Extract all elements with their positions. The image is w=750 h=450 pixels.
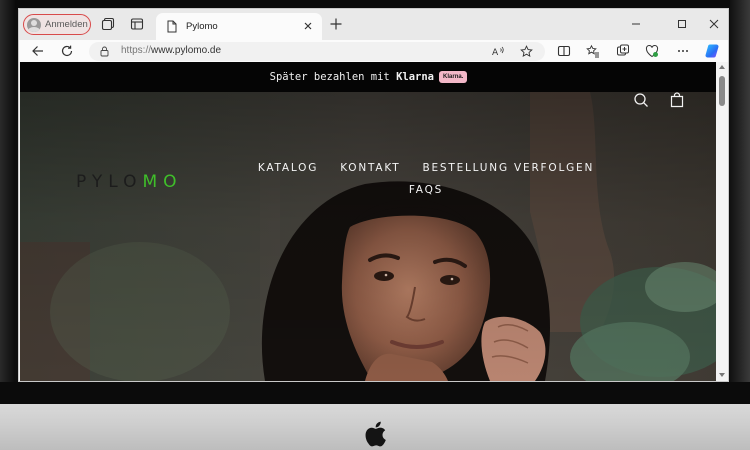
profile-button[interactable]: Anmelden — [23, 14, 91, 35]
split-screen-icon[interactable] — [557, 44, 571, 58]
lock-icon[interactable] — [100, 46, 109, 57]
tab-actions-icon[interactable] — [101, 17, 115, 31]
new-tab-icon[interactable] — [329, 17, 343, 31]
more-menu-icon[interactable] — [676, 44, 690, 58]
read-aloud-icon[interactable]: A — [492, 45, 505, 58]
nav-link-kontakt[interactable]: KONTAKT — [340, 162, 400, 174]
page-scrollbar[interactable] — [716, 62, 728, 381]
collections-icon[interactable] — [616, 44, 630, 58]
profile-label: Anmelden — [45, 19, 88, 30]
svg-text:A: A — [492, 48, 499, 58]
address-bar[interactable]: https://www.pylomo.de A — [89, 42, 545, 61]
back-icon[interactable] — [31, 44, 45, 58]
hero-banner: PYLOMO KATALOG KONTAKT BESTELLUNG VERFOL… — [20, 92, 717, 381]
pylomo-logo[interactable]: PYLOMO — [76, 172, 183, 192]
close-window-icon[interactable] — [707, 17, 721, 31]
announcement-text: Später bezahlen mit Klarna — [269, 71, 435, 83]
close-tab-icon[interactable] — [302, 20, 314, 32]
browser-essentials-icon[interactable] — [645, 44, 659, 58]
vertical-tabs-icon[interactable] — [130, 17, 144, 31]
cart-icon[interactable] — [669, 92, 685, 108]
tab-bar: Anmelden Pylomo — [19, 9, 728, 40]
monitor-bezel-left — [0, 0, 15, 400]
scroll-down-arrow-icon[interactable] — [719, 373, 725, 377]
minimize-icon[interactable] — [629, 17, 643, 31]
maximize-icon[interactable] — [675, 17, 689, 31]
monitor-bezel-right — [730, 0, 750, 400]
web-page: Später bezahlen mit Klarna Klarna. PYLOM… — [20, 62, 717, 381]
nav-link-bestellung-verfolgen[interactable]: BESTELLUNG VERFOLGEN — [422, 162, 594, 174]
favorites-icon[interactable] — [586, 44, 600, 58]
refresh-icon[interactable] — [60, 44, 74, 58]
tab-pylomo[interactable]: Pylomo — [156, 13, 322, 40]
address-bar-row: https://www.pylomo.de A — [19, 40, 728, 62]
main-navigation: KATALOG KONTAKT BESTELLUNG VERFOLGEN FAQ… — [256, 162, 596, 196]
announcement-bar: Später bezahlen mit Klarna Klarna. — [20, 62, 717, 92]
hero-photo — [20, 92, 717, 381]
scrollbar-thumb[interactable] — [719, 76, 725, 106]
copilot-icon[interactable] — [705, 43, 721, 59]
url-text[interactable]: https://www.pylomo.de — [121, 45, 221, 56]
nav-link-katalog[interactable]: KATALOG — [258, 162, 318, 174]
search-icon[interactable] — [633, 92, 649, 108]
profile-avatar-icon — [27, 17, 41, 32]
favorite-star-icon[interactable] — [520, 45, 533, 58]
monitor-bezel-bottom — [0, 382, 750, 404]
scroll-up-arrow-icon[interactable] — [719, 65, 725, 69]
browser-window: Anmelden Pylomo https://www.pylomo.de A … — [18, 8, 729, 382]
nav-link-faqs[interactable]: FAQS — [409, 184, 443, 196]
apple-logo-icon — [365, 421, 386, 447]
tab-title: Pylomo — [186, 21, 218, 32]
page-icon — [167, 20, 177, 33]
klarna-badge: Klarna. — [439, 71, 468, 83]
